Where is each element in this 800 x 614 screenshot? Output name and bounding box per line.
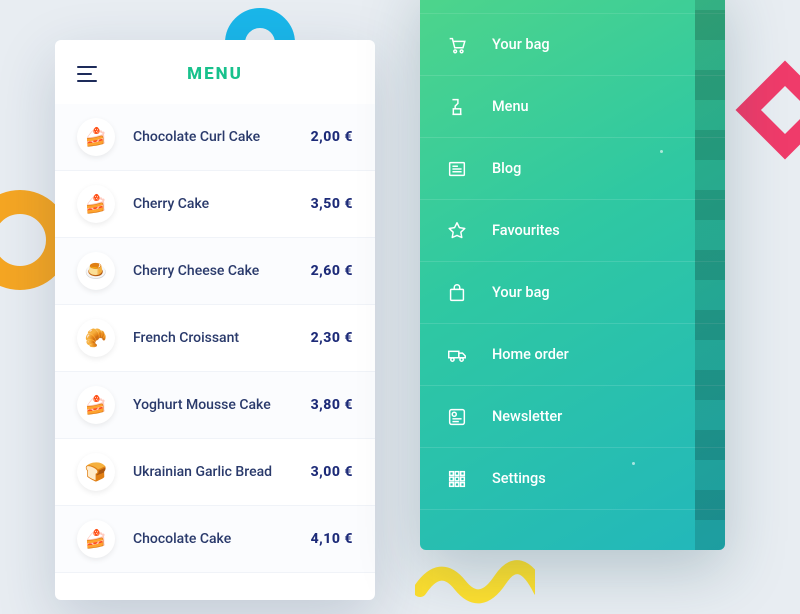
grid-icon	[446, 468, 468, 490]
decor-dot	[632, 462, 635, 465]
nav-item-label: Menu	[492, 98, 529, 115]
nav-item-label: Newsletter	[492, 408, 562, 425]
menu-item-thumb: 🍰	[77, 185, 115, 223]
menu-header: MENU	[55, 40, 375, 104]
nav-item-settings[interactable]: Settings	[420, 448, 725, 510]
news-icon	[446, 406, 468, 428]
menu-item[interactable]: 🍰 Cherry Cake3,50 €	[55, 171, 375, 238]
menu-item-name: Cherry Cake	[133, 196, 311, 212]
menu-item-price: 3,00 €	[311, 464, 353, 480]
menu-item[interactable]: 🥐 French Croissant2,30 €	[55, 305, 375, 372]
nav-item-blog[interactable]: Blog	[420, 138, 725, 200]
newspaper-icon	[446, 158, 468, 180]
nav-item-newsletter[interactable]: Newsletter	[420, 386, 725, 448]
nav-item-favourites[interactable]: Favourites	[420, 200, 725, 262]
menu-item-price: 3,80 €	[311, 397, 353, 413]
nav-item-label: Your bag	[492, 36, 550, 53]
nav-list: Search Your bag Menu Blog Favourites Your bag…	[420, 0, 725, 510]
menu-item-thumb: 🍰	[77, 118, 115, 156]
menu-item-name: Chocolate Curl Cake	[133, 129, 311, 145]
grinder-icon	[446, 96, 468, 118]
menu-item-name: Cherry Cheese Cake	[133, 263, 311, 279]
menu-panel: MENU 🍰 Chocolate Curl Cake2,00 € 🍰 Cherry C…	[55, 40, 375, 600]
menu-item-name: Yoghurt Mousse Cake	[133, 397, 311, 413]
menu-item[interactable]: 🍞 Ukrainian Garlic Bread3,00 €	[55, 439, 375, 506]
nav-item-your-bag[interactable]: Your bag	[420, 262, 725, 324]
menu-item-thumb: 🥐	[77, 319, 115, 357]
menu-item-name: Ukrainian Garlic Bread	[133, 464, 311, 480]
menu-list: 🍰Chocolate Curl Cake2,00 €🍰Cherry Cake3,…	[55, 104, 375, 573]
nav-item-your-bag[interactable]: Your bag	[420, 14, 725, 76]
menu-item-thumb: 🍰	[77, 520, 115, 558]
nav-item-menu[interactable]: Menu	[420, 76, 725, 138]
menu-item-thumb: 🍮	[77, 252, 115, 290]
nav-item-label: Favourites	[492, 222, 560, 239]
decor-diamond-pink	[736, 61, 800, 160]
menu-item[interactable]: 🍰 Chocolate Curl Cake2,00 €	[55, 104, 375, 171]
menu-item-name: French Croissant	[133, 330, 311, 346]
menu-item-price: 2,60 €	[311, 263, 353, 279]
van-icon	[446, 344, 468, 366]
star-icon	[446, 220, 468, 242]
nav-item-label: Blog	[492, 160, 521, 177]
nav-item-label: Home order	[492, 346, 569, 363]
nav-drawer: Search Your bag Menu Blog Favourites Your bag…	[420, 0, 725, 550]
menu-item-price: 2,30 €	[311, 330, 353, 346]
menu-item-thumb: 🍰	[77, 386, 115, 424]
menu-item[interactable]: 🍮 Cherry Cheese Cake2,60 €	[55, 238, 375, 305]
decor-dot	[660, 150, 663, 153]
menu-item-price: 2,00 €	[311, 129, 353, 145]
menu-item[interactable]: 🍰 Chocolate Cake4,10 €	[55, 506, 375, 573]
menu-title: MENU	[77, 64, 353, 84]
nav-item-label: Settings	[492, 470, 546, 487]
menu-item-price: 3,50 €	[311, 196, 353, 212]
menu-item-thumb: 🍞	[77, 453, 115, 491]
nav-item-label: Your bag	[492, 284, 550, 301]
menu-item-name: Chocolate Cake	[133, 531, 311, 547]
decor-squiggle-yellow	[415, 550, 535, 610]
menu-item-price: 4,10 €	[311, 531, 353, 547]
nav-item-search[interactable]: Search	[420, 0, 725, 14]
menu-item[interactable]: 🍰 Yoghurt Mousse Cake3,80 €	[55, 372, 375, 439]
bag-icon	[446, 282, 468, 304]
nav-item-home-order[interactable]: Home order	[420, 324, 725, 386]
cart-icon	[446, 34, 468, 56]
